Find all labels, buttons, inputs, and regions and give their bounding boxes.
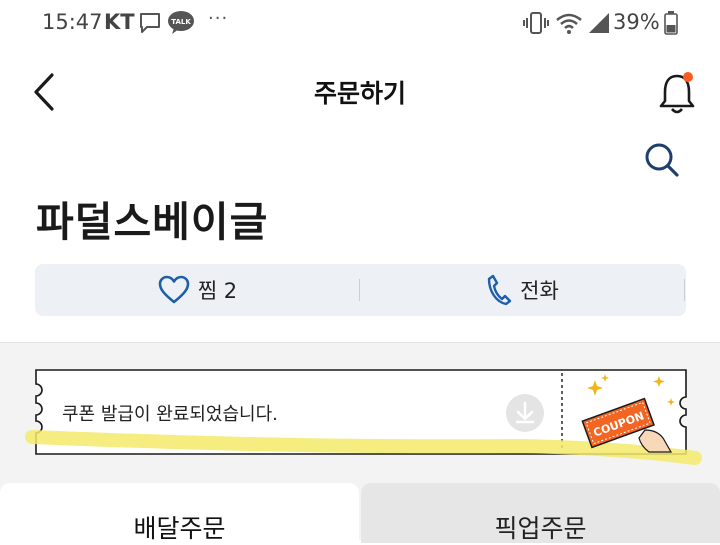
call-label: 전화 (520, 279, 559, 303)
talk-badge-label: TALK (171, 18, 191, 26)
store-action-bar: 찜 2 전화 (35, 264, 686, 316)
notification-button[interactable] (655, 70, 699, 116)
tab-delivery[interactable]: 배달주문 (0, 483, 359, 543)
store-name: 파덜스베이글 (36, 198, 269, 246)
search-icon (645, 143, 679, 177)
page-title: 주문하기 (313, 79, 406, 108)
heart-icon (158, 275, 190, 304)
like-button[interactable]: 찜 2 (35, 264, 360, 316)
status-bar: 15:47 KT TALK ··· 39% (0, 0, 720, 48)
signal-icon (587, 12, 611, 38)
bell-icon (659, 72, 695, 114)
like-count-label: 찜 2 (197, 279, 238, 303)
coupon-illustration: COUPON (575, 372, 681, 454)
vibrate-icon (522, 11, 550, 39)
tab-pickup[interactable]: 픽업주문 (361, 483, 720, 543)
phone-icon (487, 274, 512, 306)
coupon-message: 쿠폰 발급이 완료되었습니다. (62, 404, 278, 425)
status-carrier: KT (104, 10, 135, 34)
status-time: 15:47 (42, 10, 103, 34)
talk-icon: TALK (167, 11, 195, 39)
message-icon (138, 12, 162, 38)
battery-percent: 39% (613, 10, 660, 34)
search-button[interactable] (643, 141, 681, 179)
battery-icon (664, 11, 678, 39)
app-header: 주문하기 (0, 56, 720, 128)
status-more-dots: ··· (208, 8, 229, 29)
download-icon (515, 401, 535, 424)
call-button[interactable]: 전화 (360, 264, 685, 316)
coupon-download-button[interactable] (506, 394, 544, 432)
wifi-icon (555, 11, 583, 39)
divider (684, 279, 685, 301)
order-type-tabs: 배달주문 픽업주문 (0, 483, 720, 543)
